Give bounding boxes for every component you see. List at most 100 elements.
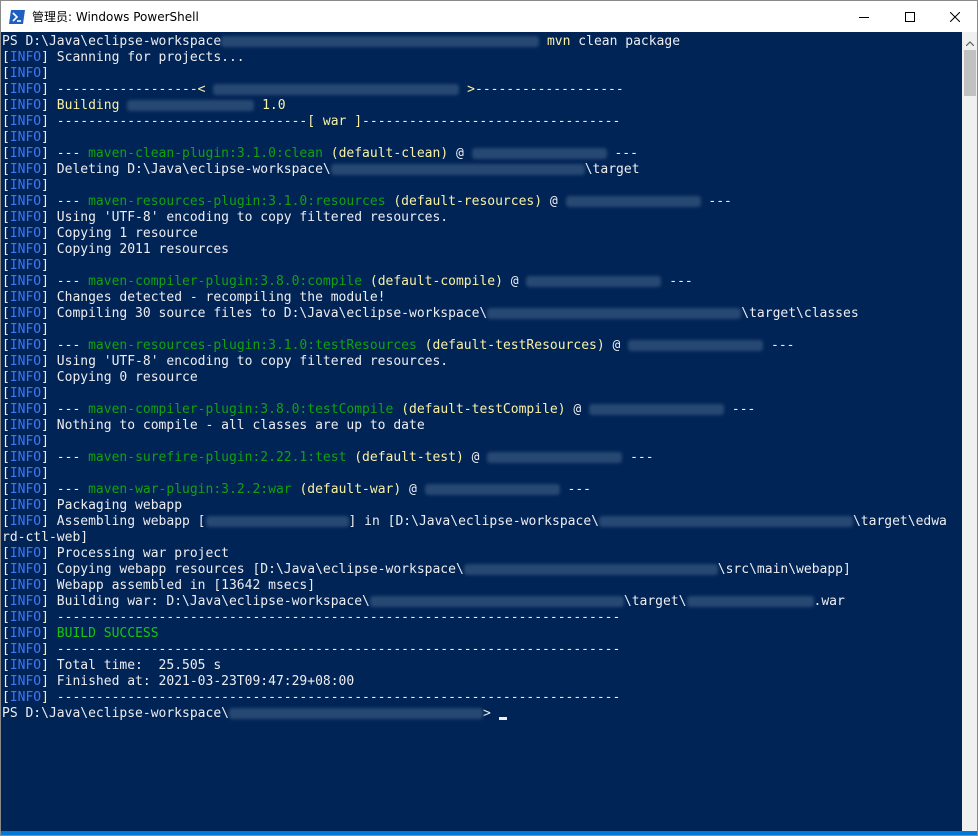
console-text: [ xyxy=(2,546,10,561)
console-text: ] xyxy=(41,114,57,129)
redacted-text xyxy=(565,196,701,207)
powershell-window: 管理员: Windows PowerShell PS D:\Java\eclip… xyxy=(0,0,978,836)
redacted-text xyxy=(463,564,718,575)
console-text: [ xyxy=(2,338,10,353)
console-text: INFO xyxy=(9,210,42,225)
console-text: ] Packaging webapp xyxy=(41,498,183,513)
console-text: [ xyxy=(2,242,10,257)
console-text: INFO xyxy=(9,402,42,417)
console-text: (default-clean) xyxy=(330,146,449,161)
console-text: maven-resources-plugin:3.1.0:testResourc… xyxy=(88,338,417,353)
console-text: \target\ xyxy=(623,594,687,609)
console-text: [ xyxy=(2,594,10,609)
console-text: --- xyxy=(606,146,638,161)
console-text: @ xyxy=(565,402,590,417)
console-text: INFO xyxy=(9,338,42,353)
console-text: @ xyxy=(604,338,629,353)
console-text: ] Copying webapp resources [D:\Java\ecli… xyxy=(41,562,464,577)
close-icon xyxy=(950,11,960,22)
console-text: INFO xyxy=(9,258,42,273)
console-text: INFO xyxy=(9,194,42,209)
console-text: INFO xyxy=(9,306,42,321)
console-output[interactable]: PS D:\Java\eclipse-workspace mvn clean p… xyxy=(1,32,962,835)
console-text: ] Processing war project xyxy=(41,546,229,561)
console-text: INFO xyxy=(9,290,42,305)
console-text: [ xyxy=(2,162,10,177)
console-text: ] Copying 2011 resources xyxy=(41,242,229,257)
maximize-button[interactable] xyxy=(887,1,933,32)
console-text: ] xyxy=(41,434,49,449)
console-text: ] Using 'UTF-8' encoding to copy filtere… xyxy=(41,354,449,369)
redacted-text xyxy=(589,404,725,415)
console-text: INFO xyxy=(9,482,42,497)
console-text: ] --- xyxy=(41,482,89,497)
console-text: ] xyxy=(41,130,49,145)
console-text: [ xyxy=(2,98,10,113)
console-line: [INFO] xyxy=(2,258,49,274)
console-text: ] --- xyxy=(41,274,89,289)
console-text: INFO xyxy=(9,658,42,673)
redacted-text xyxy=(598,516,853,527)
redacted-text xyxy=(213,84,460,95)
console-text: --- xyxy=(559,482,591,497)
console-text: ] --------------------------------------… xyxy=(41,642,621,657)
console-text: ] Nothing to compile - all classes are u… xyxy=(41,418,425,433)
console-line: [INFO] --- maven-compiler-plugin:3.8.0:t… xyxy=(2,402,755,418)
close-button[interactable] xyxy=(932,1,977,32)
console-text: --- xyxy=(724,402,756,417)
console-text: INFO xyxy=(9,114,42,129)
console-line: [INFO] xyxy=(2,178,49,194)
console-line: [INFO] Assembling webapp [] in [D:\Java\… xyxy=(2,514,947,530)
chevron-up-icon xyxy=(965,31,975,50)
console-text: INFO xyxy=(9,562,42,577)
console-line: [INFO] Building 1.0 xyxy=(2,98,286,114)
console-text: ] xyxy=(41,626,57,641)
minimize-button[interactable] xyxy=(841,1,887,32)
console-text: INFO xyxy=(9,626,42,641)
console-text: ] --------------------------------------… xyxy=(41,610,621,625)
console-text: INFO xyxy=(9,98,42,113)
console-line: [INFO] --------------------------------[… xyxy=(2,114,620,130)
console-text: [ xyxy=(2,610,10,625)
console-line: [INFO] xyxy=(2,466,49,482)
redacted-text xyxy=(686,596,814,607)
console-text: ------------------< xyxy=(56,82,214,97)
console-text: [ xyxy=(2,82,10,97)
console-line: PS D:\Java\eclipse-workspace\ > xyxy=(2,706,507,722)
window-title: 管理员: Windows PowerShell xyxy=(32,10,199,24)
console-text: [ xyxy=(2,498,10,513)
console-text: INFO xyxy=(9,82,42,97)
maximize-icon xyxy=(905,11,915,22)
console-text: [ xyxy=(2,626,10,641)
vertical-scrollbar[interactable] xyxy=(962,31,977,835)
console-line: rd-ctl-web] xyxy=(2,530,88,546)
console-text: (default-compile) xyxy=(369,274,503,289)
scroll-up-button[interactable] xyxy=(962,31,977,50)
console-line: [INFO] --- maven-compiler-plugin:3.8.0:c… xyxy=(2,274,693,290)
console-text: INFO xyxy=(9,274,42,289)
console-text: INFO xyxy=(9,386,42,401)
console-text: INFO xyxy=(9,450,42,465)
scrollbar-thumb[interactable] xyxy=(964,50,976,96)
console-text: INFO xyxy=(9,466,42,481)
console-text: [ xyxy=(2,642,10,657)
console-text: --- xyxy=(763,338,795,353)
console-text: INFO xyxy=(9,162,42,177)
console-text: .war xyxy=(813,594,845,609)
console-text: rd-ctl-web] xyxy=(2,530,89,545)
console-line: [INFO] Total time: 25.505 s xyxy=(2,658,221,674)
console-text: INFO xyxy=(9,594,42,609)
console-text: ] xyxy=(41,66,49,81)
title-bar[interactable]: 管理员: Windows PowerShell xyxy=(1,1,977,32)
console-text: [ xyxy=(2,306,10,321)
console-text: > xyxy=(482,706,499,721)
console-text: INFO xyxy=(9,178,42,193)
console-line: [INFO] Scanning for projects... xyxy=(2,50,245,66)
console-text: INFO xyxy=(9,50,42,65)
console-text: [ xyxy=(2,290,10,305)
console-text: mvn xyxy=(546,34,571,49)
redacted-text xyxy=(127,100,255,111)
redacted-text xyxy=(526,276,662,287)
console-text: --------------------------------[ war ]-… xyxy=(56,114,621,129)
